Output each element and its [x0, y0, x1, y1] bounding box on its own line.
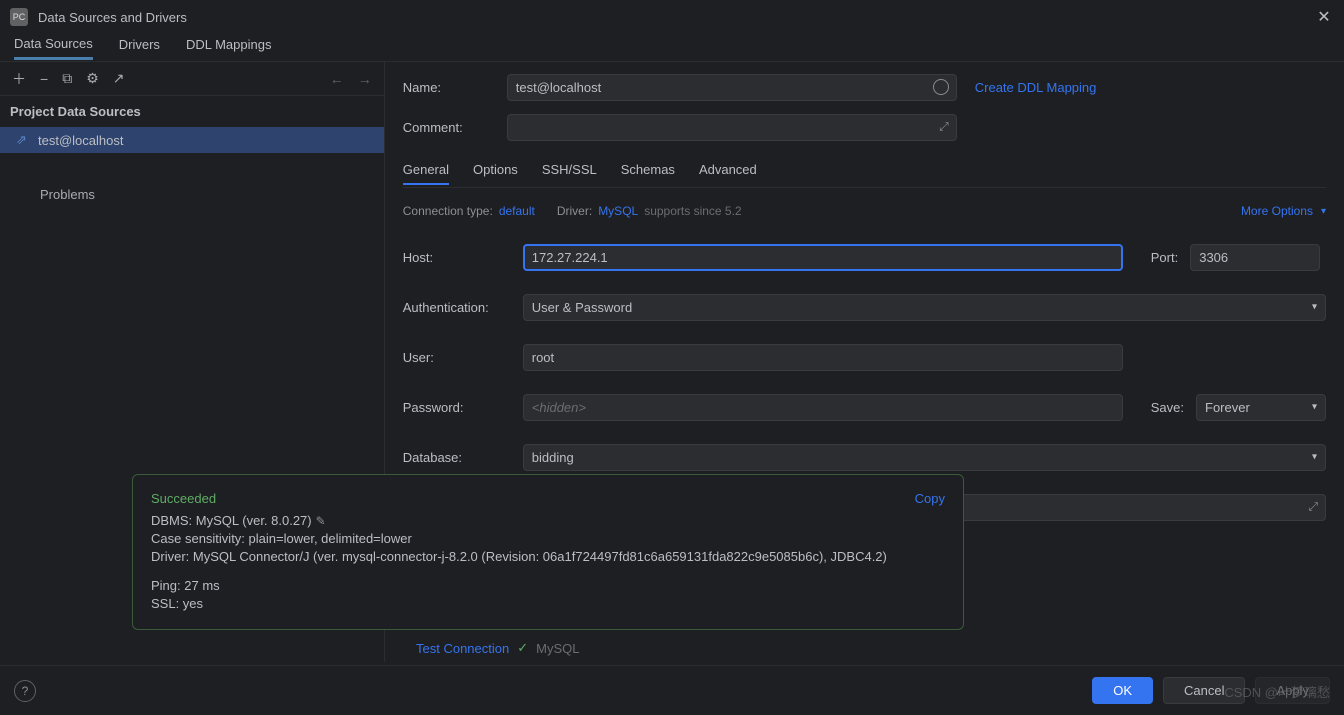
auth-select[interactable]: User & Password ▾ — [523, 294, 1326, 321]
app-icon: PC — [10, 8, 28, 26]
port-input[interactable] — [1190, 244, 1320, 271]
user-label: User: — [403, 350, 511, 365]
password-input[interactable] — [523, 394, 1123, 421]
next-icon[interactable]: → — [358, 71, 372, 87]
chevron-down-icon: ▾ — [1312, 452, 1317, 463]
tab-data-sources[interactable]: Data Sources — [14, 36, 93, 60]
tab-ddl-mappings[interactable]: DDL Mappings — [186, 37, 272, 58]
subtab-options[interactable]: Options — [473, 162, 518, 183]
section-header-project: Project Data Sources — [0, 96, 384, 127]
driver-value[interactable]: MySQL — [598, 204, 638, 218]
subtabs: General Options SSH/SSL Schemas Advanced — [403, 158, 1326, 188]
expand-icon[interactable]: ⤢ — [1308, 500, 1318, 515]
ssl-line: SSL: yes — [151, 595, 945, 613]
password-label: Password: — [403, 400, 511, 415]
left-toolbar: ＋ − ⧉ ⚙ ↗ ← → — [0, 62, 384, 96]
ok-button[interactable]: OK — [1092, 677, 1153, 704]
user-input[interactable] — [523, 344, 1123, 371]
color-circle-icon[interactable] — [933, 79, 949, 95]
copy-icon[interactable]: ⧉ — [62, 70, 72, 87]
datasource-item[interactable]: ⇗ test@localhost — [0, 127, 384, 153]
expand-icon[interactable]: ⤢ — [939, 120, 949, 135]
test-connection-link[interactable]: Test Connection — [416, 641, 509, 656]
test-connection-status: MySQL — [536, 641, 579, 656]
save-value: Forever — [1205, 400, 1250, 415]
add-icon[interactable]: ＋ — [12, 69, 26, 89]
driver-label: Driver: — [557, 204, 592, 218]
tab-drivers[interactable]: Drivers — [119, 37, 160, 58]
auth-label: Authentication: — [403, 300, 511, 315]
save-select[interactable]: Forever ▾ — [1196, 394, 1326, 421]
succeeded-label: Succeeded — [151, 491, 915, 506]
subtab-advanced[interactable]: Advanced — [699, 162, 757, 183]
help-button[interactable]: ? — [14, 680, 36, 702]
chevron-down-icon: ▾ — [1312, 402, 1317, 413]
comment-input[interactable] — [507, 114, 957, 141]
close-button[interactable]: ✕ — [1314, 7, 1334, 27]
name-label: Name: — [403, 80, 495, 95]
conn-type-label: Connection type: — [403, 204, 493, 218]
check-icon: ✓ — [517, 640, 528, 656]
database-value: bidding — [532, 450, 574, 465]
comment-label: Comment: — [403, 120, 495, 135]
apply-button[interactable]: Apply — [1255, 677, 1330, 704]
edit-icon[interactable]: ✎ — [316, 514, 326, 528]
connection-result-popup: Succeeded Copy DBMS: MySQL (ver. 8.0.27)… — [132, 474, 964, 630]
subtab-general[interactable]: General — [403, 162, 449, 185]
datasource-label: test@localhost — [38, 133, 123, 148]
database-select[interactable]: bidding ▾ — [523, 444, 1326, 471]
chevron-down-icon: ▾ — [1312, 302, 1317, 313]
subtab-sshssl[interactable]: SSH/SSL — [542, 162, 597, 183]
save-label: Save: — [1151, 400, 1184, 415]
external-icon[interactable]: ↗ — [113, 70, 125, 87]
ping-line: Ping: 27 ms — [151, 577, 945, 595]
problems-item[interactable]: Problems — [0, 179, 384, 210]
top-tabs: Data Sources Drivers DDL Mappings — [0, 34, 1344, 62]
name-input[interactable] — [507, 74, 957, 101]
host-input[interactable] — [523, 244, 1123, 271]
conn-type-value[interactable]: default — [499, 204, 535, 218]
driver-supports: supports since 5.2 — [644, 204, 741, 218]
create-ddl-link[interactable]: Create DDL Mapping — [975, 80, 1097, 95]
case-line: Case sensitivity: plain=lower, delimited… — [151, 530, 945, 548]
gear-icon[interactable]: ⚙ — [86, 70, 99, 87]
remove-icon[interactable]: − — [40, 71, 48, 87]
chevron-down-icon[interactable]: ▾ — [1321, 206, 1326, 217]
host-label: Host: — [403, 250, 511, 265]
auth-value: User & Password — [532, 300, 632, 315]
copy-link[interactable]: Copy — [915, 491, 945, 506]
prev-icon[interactable]: ← — [330, 71, 344, 87]
datasource-icon: ⇗ — [16, 132, 30, 148]
database-label: Database: — [403, 450, 511, 465]
dbms-line: DBMS: MySQL (ver. 8.0.27)✎ — [151, 512, 945, 530]
subtab-schemas[interactable]: Schemas — [621, 162, 675, 183]
cancel-button[interactable]: Cancel — [1163, 677, 1245, 704]
driver-line: Driver: MySQL Connector/J (ver. mysql-co… — [151, 548, 945, 566]
more-options-link[interactable]: More Options — [1241, 204, 1313, 218]
port-label: Port: — [1151, 250, 1178, 265]
window-title: Data Sources and Drivers — [38, 10, 1314, 25]
